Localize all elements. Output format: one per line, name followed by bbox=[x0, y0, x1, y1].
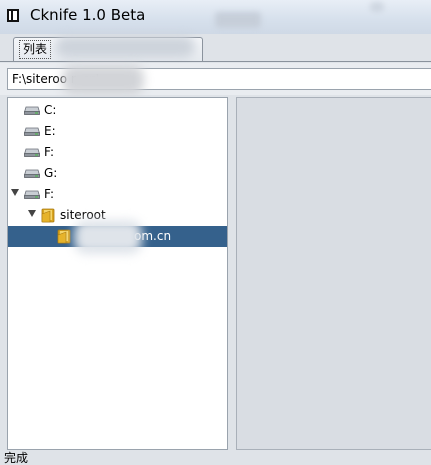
tree-item-drive[interactable]: C: bbox=[8, 100, 227, 121]
tree-item-folder-selected[interactable]: om.cn bbox=[8, 220, 227, 254]
blurred-title-region bbox=[370, 2, 384, 12]
drive-icon bbox=[24, 190, 40, 199]
file-list-panel[interactable] bbox=[236, 97, 431, 450]
folder-icon bbox=[57, 229, 71, 244]
drive-icon bbox=[24, 148, 40, 157]
drive-icon bbox=[24, 127, 40, 136]
tab-divider bbox=[0, 61, 431, 62]
tree-item-label: F: bbox=[44, 187, 55, 201]
blurred-tab-title bbox=[55, 36, 195, 58]
tree-item-drive[interactable]: F: bbox=[8, 142, 227, 163]
tab-strip: 列表 bbox=[0, 34, 431, 62]
app-window-icon bbox=[7, 9, 19, 22]
tree-item-label: C: bbox=[44, 103, 57, 117]
tree-item-label: F: bbox=[44, 145, 55, 159]
tree-item-drive-expanded[interactable]: F: bbox=[8, 184, 227, 205]
folder-icon bbox=[41, 208, 55, 223]
status-bar: 完成 bbox=[0, 451, 431, 465]
title-bar[interactable]: Cknife 1.0 Beta bbox=[0, 0, 431, 34]
window-title: Cknife 1.0 Beta bbox=[30, 6, 146, 24]
directory-tree[interactable]: C: E: F: G: F: siteroot om.cn bbox=[7, 97, 228, 450]
tree-item-label: E: bbox=[44, 124, 56, 138]
tree-item-drive[interactable]: G: bbox=[8, 163, 227, 184]
blurred-folder-name bbox=[74, 220, 142, 254]
drive-icon bbox=[24, 106, 40, 115]
blurred-path-segment bbox=[62, 65, 144, 95]
drive-icon bbox=[24, 169, 40, 178]
blurred-title-region bbox=[215, 12, 261, 28]
path-bar: F:\siteroo n.cn\ bbox=[0, 63, 431, 95]
tree-item-label: G: bbox=[44, 166, 58, 180]
expand-arrow-icon[interactable] bbox=[28, 210, 36, 217]
tab-list-label: 列表 bbox=[19, 40, 52, 59]
app-window: Cknife 1.0 Beta 列表 F:\siteroo n.cn\ C: E… bbox=[0, 0, 431, 465]
tree-item-drive[interactable]: E: bbox=[8, 121, 227, 142]
status-text: 完成 bbox=[4, 451, 29, 465]
expand-arrow-icon[interactable] bbox=[11, 189, 19, 196]
